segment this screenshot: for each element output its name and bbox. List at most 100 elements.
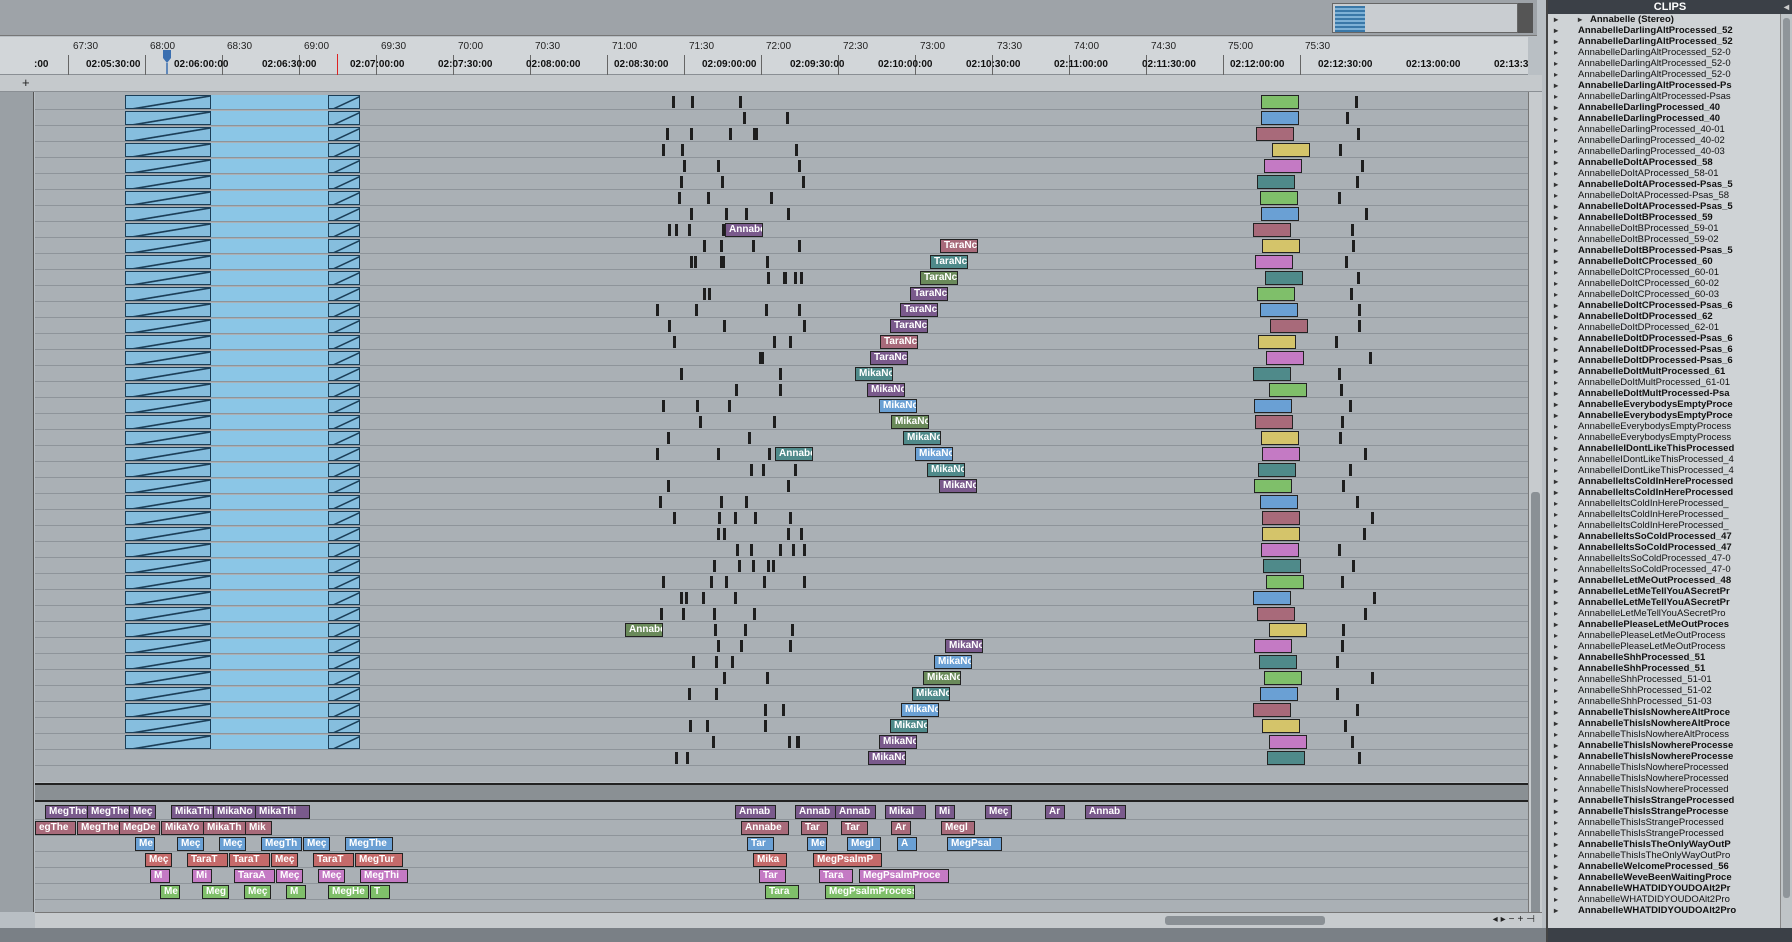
short-clip[interactable] [695,304,698,316]
short-clip[interactable] [680,176,683,188]
short-clip[interactable] [723,528,726,540]
expand-triangle-icon[interactable]: ▸ [1554,366,1578,377]
short-clip[interactable] [688,688,691,700]
crossfade-clip[interactable] [125,735,360,749]
clip-list-item[interactable]: ▸ AnnabelleDoItDProcessed-Psas_6 [1548,344,1780,355]
short-clip[interactable] [772,560,775,572]
playhead-marker-icon[interactable] [162,50,172,74]
audio-clip[interactable]: MikaYo [161,821,209,835]
clip-list-item[interactable]: ▸ AnnabelleItsColdInHereProcessed [1548,476,1780,487]
audio-clip[interactable]: MegPsal [947,837,1002,851]
crossfade-clip[interactable] [125,207,360,221]
track-row[interactable]: Annabe MikaNc [35,446,1528,462]
short-clip[interactable] [1341,416,1344,428]
audio-clip[interactable]: Ar [1045,805,1065,819]
selected-clip-region[interactable] [210,687,329,701]
short-clip[interactable] [1357,128,1360,140]
expand-triangle-icon[interactable]: ▸ [1554,817,1578,828]
expand-triangle-icon[interactable]: ▸ [1554,839,1578,850]
short-clip[interactable] [712,736,715,748]
audio-clip[interactable]: M [150,869,170,883]
short-clip[interactable] [789,512,792,524]
crossfade-clip[interactable] [125,255,360,269]
crossfade-clip[interactable] [125,511,360,525]
short-clip[interactable] [678,192,681,204]
clip-list-item[interactable]: ▸ AnnabelleThisIsTheOnlyWayOutPro [1548,850,1780,861]
short-clip[interactable] [696,400,699,412]
track-row[interactable]: M Mi TaraA Meç Meç MegThi Tar Tara MegPsalmProce [35,868,1528,884]
short-clip[interactable] [691,96,694,108]
expand-triangle-icon[interactable]: ▸ [1554,531,1578,542]
audio-clip[interactable]: MegThe [345,837,393,851]
clip-list-item[interactable]: ▸ AnnabelleDoItCProcessed_60-01 [1548,267,1780,278]
audio-clip[interactable]: Meç [271,853,298,867]
selected-clip-region[interactable] [210,527,329,541]
panel-menu-icon[interactable]: ◂ [1784,1,1789,15]
expand-triangle-icon[interactable]: ▸ [1554,729,1578,740]
crossfade-clip-small[interactable] [1255,415,1293,429]
short-clip[interactable] [750,544,753,556]
crossfade-clip-small[interactable] [1262,239,1300,253]
crossfade-clip-small[interactable] [1266,351,1304,365]
expand-triangle-icon[interactable]: ▸ [1554,201,1578,212]
track-row[interactable]: MikaNc [35,366,1528,382]
track-row[interactable]: MikaNc [35,382,1528,398]
expand-triangle-icon[interactable]: ▸ [1554,311,1578,322]
clip-list[interactable]: ▸ ▸ Annabelle (Stereo) ▸ AnnabelleDarlingAlt… [1548,14,1780,928]
crossfade-clip[interactable] [125,575,360,589]
track-row[interactable]: TaraNc [35,286,1528,302]
crossfade-clip-small[interactable] [1257,175,1295,189]
audio-clip[interactable]: MegThe [77,821,125,835]
short-clip[interactable] [1356,496,1359,508]
expand-triangle-icon[interactable]: ▸ [1554,388,1578,399]
expand-triangle-icon[interactable]: ▸ [1554,784,1578,795]
audio-clip[interactable]: Meç [303,837,330,851]
clip-list-item[interactable]: ▸ AnnabelleDoItAProcessed-Psas_5 [1548,179,1780,190]
selected-clip-region[interactable] [210,495,329,509]
short-clip[interactable] [792,544,795,556]
expand-triangle-icon[interactable]: ▸ [1554,597,1578,608]
expand-triangle-icon[interactable]: ▸ [1554,135,1578,146]
audio-clip[interactable]: Megl [941,821,975,835]
clip-list-item[interactable]: ▸ AnnabelleItsSoColdProcessed_47-0 [1548,564,1780,575]
expand-triangle-icon[interactable]: ▸ [1554,542,1578,553]
crossfade-clip-small[interactable] [1261,431,1299,445]
track-row[interactable] [35,574,1528,590]
crossfade-clip[interactable] [125,447,360,461]
clip-list-item[interactable]: ▸ AnnabelleDoItCProcessed_60-03 [1548,289,1780,300]
short-clip[interactable] [1363,528,1366,540]
crossfade-clip-small[interactable] [1253,591,1291,605]
audio-clip[interactable]: MegTur [355,853,403,867]
audio-clip[interactable]: Tar [841,821,868,835]
clip-list-item[interactable]: ▸ AnnabelleShhProcessed_51-02 [1548,685,1780,696]
selected-clip-region[interactable] [210,239,329,253]
crossfade-clip-small[interactable] [1265,271,1303,285]
expand-triangle-icon[interactable]: ▸ [1554,707,1578,718]
expand-triangle-icon[interactable]: ▸ [1554,113,1578,124]
short-clip[interactable] [1346,112,1349,124]
audio-clip[interactable]: MikaNc [890,719,928,733]
audio-clip[interactable]: MikaNc [903,431,941,445]
audio-clip[interactable]: MikaThi [255,805,310,819]
clip-list-item[interactable]: ▸ AnnabelleDarlingAltProcessed_52-0 [1548,58,1780,69]
short-clip[interactable] [675,224,678,236]
expand-triangle-icon[interactable]: ▸ [1554,465,1578,476]
audio-clip[interactable]: MikaNc [901,703,939,717]
crossfade-clip-small[interactable] [1264,159,1302,173]
clips-scrollbar[interactable] [1780,14,1792,928]
short-clip[interactable] [745,208,748,220]
crossfade-clip-small[interactable] [1269,383,1307,397]
clip-list-item[interactable]: ▸ ▸ Annabelle (Stereo) [1548,14,1780,25]
audio-clip[interactable]: MikaNc [923,671,961,685]
clip-list-item[interactable]: ▸ AnnabelleWeveBeenWaitingProce [1548,872,1780,883]
audio-clip[interactable]: MegThi [360,869,408,883]
audio-clip[interactable]: Meç [145,853,172,867]
crossfade-clip-small[interactable] [1261,95,1299,109]
clip-list-item[interactable]: ▸ AnnabelleDarlingAltProcessed_52-0 [1548,47,1780,58]
expand-triangle-icon[interactable]: ▸ [1554,872,1578,883]
audio-clip[interactable]: TaraNc [870,351,908,365]
short-clip[interactable] [689,720,692,732]
short-clip[interactable] [762,464,765,476]
short-clip[interactable] [766,672,769,684]
clip-list-item[interactable]: ▸ AnnabelleThisIsNowhereAltProcess [1548,729,1780,740]
